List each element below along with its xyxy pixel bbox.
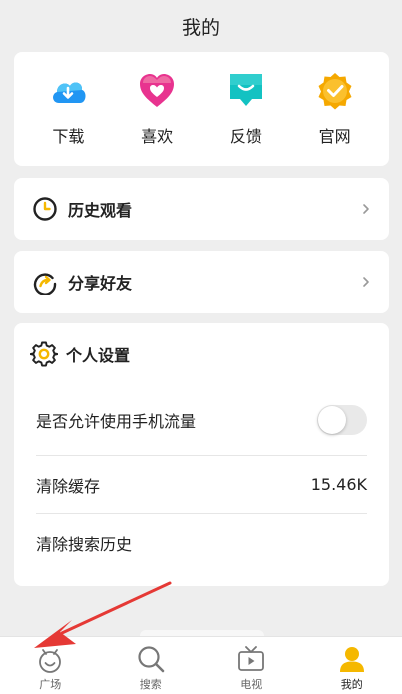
- quick-official-site-label: 官网: [318, 127, 351, 146]
- quick-official-site[interactable]: 官网: [300, 71, 370, 147]
- chevron-right-icon: [363, 204, 369, 214]
- quick-download-label: 下载: [52, 127, 85, 146]
- clear-search-history-row[interactable]: 清除搜索历史: [36, 514, 367, 572]
- tab-search-label: 搜索: [139, 678, 162, 691]
- share-icon: [33, 273, 57, 295]
- share-row[interactable]: 分享好友: [14, 251, 389, 313]
- clear-cache-row[interactable]: 清除缓存 15.46K: [36, 456, 367, 514]
- page-header: 我的: [0, 0, 402, 52]
- quick-like[interactable]: 喜欢: [122, 71, 192, 147]
- clear-search-history-label: 清除搜索历史: [36, 535, 133, 554]
- toggle-knob: [318, 406, 346, 434]
- page-title: 我的: [181, 16, 220, 39]
- clock-icon: [33, 197, 57, 221]
- tv-icon: [238, 646, 265, 671]
- history-row[interactable]: 历史观看: [14, 178, 389, 240]
- user-icon: [339, 647, 364, 672]
- quick-actions-card: 下载 喜欢 反馈 官网: [14, 52, 389, 166]
- quick-feedback-label: 反馈: [229, 127, 262, 146]
- clear-cache-label: 清除缓存: [36, 476, 101, 496]
- quick-like-label: 喜欢: [141, 127, 174, 146]
- tab-square[interactable]: 广场: [0, 637, 101, 694]
- tab-mine-label: 我的: [340, 678, 363, 691]
- official-site-badge-icon: [318, 73, 352, 110]
- tab-square-label: 广场: [39, 678, 62, 691]
- bottom-tab-bar: 广场 搜索 电视 我的: [0, 636, 402, 694]
- search-icon: [138, 646, 165, 673]
- settings-card: 个人设置 是否允许使用手机流量 清除缓存 15.46K 清除搜索历史: [14, 323, 389, 586]
- tab-tv[interactable]: 电视: [201, 637, 302, 694]
- mobile-data-label: 是否允许使用手机流量: [36, 412, 197, 431]
- tab-tv-label: 电视: [240, 678, 263, 691]
- chevron-right-icon: [363, 277, 369, 287]
- history-label: 历史观看: [68, 201, 133, 220]
- tab-mine[interactable]: 我的: [302, 637, 402, 694]
- mobile-data-toggle[interactable]: [317, 405, 367, 435]
- gear-icon: [30, 341, 58, 367]
- quick-feedback[interactable]: 反馈: [211, 71, 281, 147]
- heart-icon: [140, 74, 175, 107]
- square-face-icon: [39, 649, 62, 673]
- settings-header: 个人设置: [30, 323, 367, 385]
- tab-search[interactable]: 搜索: [101, 637, 202, 694]
- download-cloud-icon: [53, 82, 86, 103]
- quick-download[interactable]: 下载: [33, 71, 103, 147]
- share-label: 分享好友: [68, 274, 133, 293]
- cache-size-value: 15.46K: [310, 475, 367, 494]
- feedback-icon: [229, 74, 262, 106]
- settings-title: 个人设置: [66, 346, 131, 365]
- mobile-data-row: 是否允许使用手机流量: [36, 385, 367, 456]
